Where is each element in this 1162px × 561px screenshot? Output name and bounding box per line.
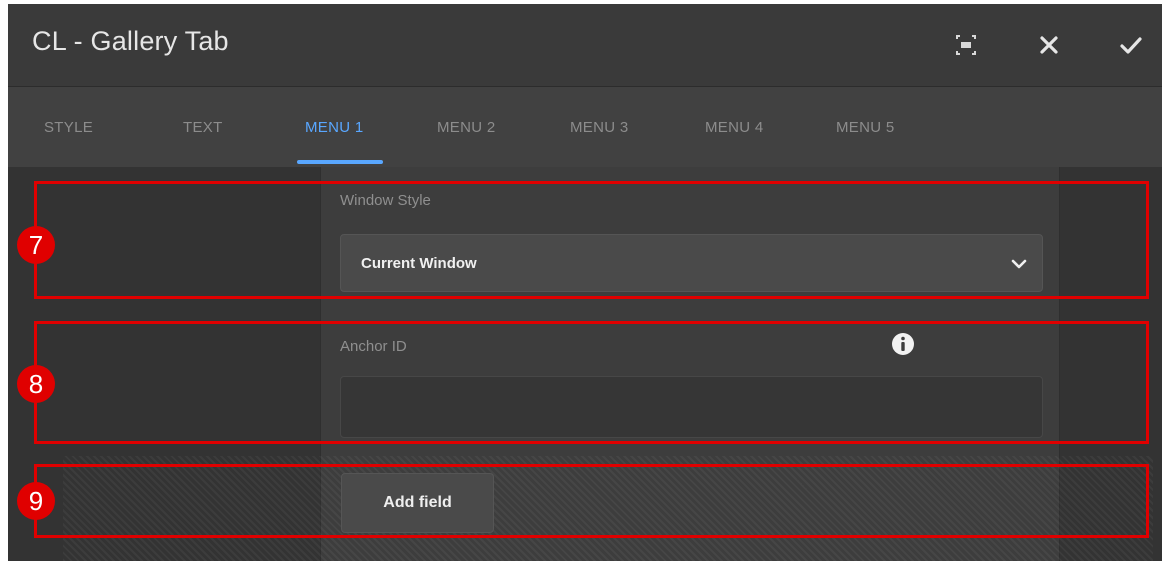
tab-bar: STYLE TEXT MENU 1 MENU 2 MENU 3 MENU 4 M… [8,87,1162,167]
close-icon[interactable] [1034,30,1064,60]
active-tab-indicator [297,160,383,164]
annotation-box-7 [34,181,1149,299]
title-bar: CL - Gallery Tab [8,4,1162,87]
tab-menu-2[interactable]: MENU 2 [437,119,495,136]
annotation-marker-9: 9 [17,482,55,520]
tab-style[interactable]: STYLE [44,119,93,136]
annotation-marker-8: 8 [17,365,55,403]
tab-menu-3[interactable]: MENU 3 [570,119,628,136]
annotation-box-9 [34,464,1149,538]
fullscreen-icon[interactable] [951,30,981,60]
dialog-title: CL - Gallery Tab [32,26,229,56]
checkmark-icon[interactable] [1116,30,1146,60]
tab-text[interactable]: TEXT [183,119,223,136]
tab-menu-4[interactable]: MENU 4 [705,119,763,136]
annotation-box-8 [34,321,1149,444]
tab-menu-1[interactable]: MENU 1 [305,119,363,136]
tab-menu-5[interactable]: MENU 5 [836,119,894,136]
annotation-marker-7: 7 [17,226,55,264]
